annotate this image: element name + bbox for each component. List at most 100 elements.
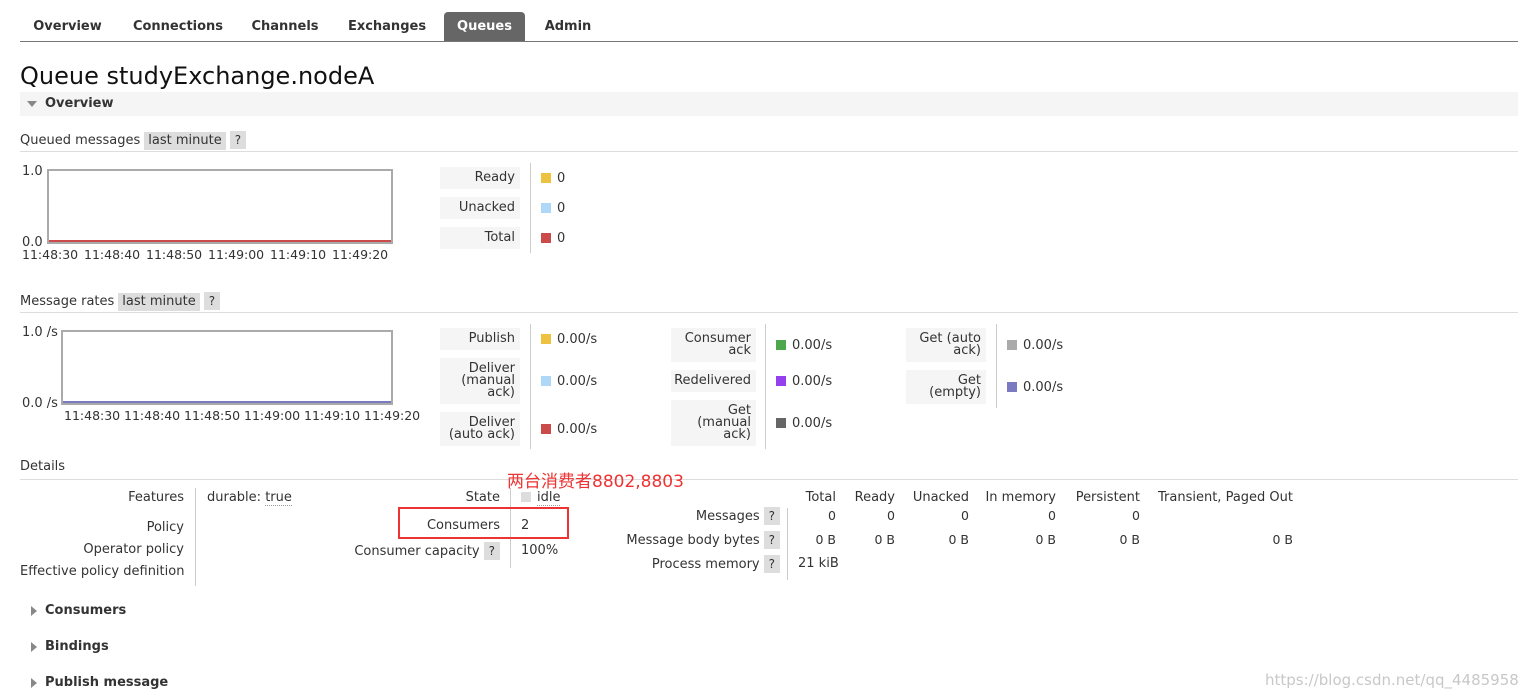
state-value: idle (521, 490, 561, 506)
legend-get-manual-value: 0.00/s (776, 416, 832, 431)
legend-publish-value: 0.00/s (541, 332, 597, 347)
divider (195, 488, 196, 586)
legend-deliver-manual-value: 0.00/s (541, 374, 597, 389)
details-label: Details (20, 459, 66, 474)
legend-redelivered-value: 0.00/s (776, 374, 832, 389)
bindings-section-toggle[interactable]: Bindings (45, 639, 109, 654)
legend-get-manual-ack[interactable]: Get (manual ack) (671, 400, 756, 446)
legend-unacked-value: 0 (541, 201, 565, 216)
col-header-transient: Transient, Paged Out (1158, 490, 1293, 505)
table-cell: 0 (1132, 508, 1140, 523)
consumer-capacity-value: 100% (521, 543, 559, 558)
rates-chart-y-bottom: 0.0 /s (22, 396, 58, 411)
queue-name: studyExchange.nodeA (106, 62, 375, 90)
table-cell: 0 B (874, 532, 895, 547)
legend-get-auto-value: 0.00/s (1007, 338, 1063, 353)
queued-messages-range[interactable]: last minute (144, 132, 226, 150)
consumers-section-toggle[interactable]: Consumers (45, 603, 126, 618)
legend-publish[interactable]: Publish (440, 328, 520, 350)
queued-messages-help[interactable]: ? (229, 131, 247, 149)
ready-swatch-icon (541, 173, 551, 183)
overview-section-toggle[interactable]: Overview (20, 92, 1518, 116)
row-label-messages: Messages? (560, 507, 780, 525)
publish-swatch-icon (541, 334, 551, 344)
consumer-capacity-help[interactable]: ? (483, 542, 500, 560)
rates-chart-x-tick: 11:49:00 (244, 408, 301, 423)
message-rates-help[interactable]: ? (203, 292, 221, 310)
message-rates-range[interactable]: last minute (118, 293, 200, 311)
page-title: Queue studyExchange.nodeA (20, 62, 374, 90)
message-rates-header: Message rates last minute? (20, 292, 1518, 313)
expand-arrow-icon[interactable] (31, 678, 37, 688)
queued-chart-x-tick: 11:48:40 (84, 247, 141, 262)
queued-chart-x-tick: 11:48:30 (22, 247, 79, 262)
legend-ready[interactable]: Ready (440, 167, 520, 189)
queued-chart-x-tick: 11:48:50 (146, 247, 203, 262)
legend-get-empty[interactable]: Get (empty) (906, 370, 986, 404)
details-header: Details (20, 459, 1518, 480)
consumer-ack-swatch-icon (776, 340, 786, 350)
col-header-persistent: Persistent (1075, 490, 1140, 505)
row-label-process-memory: Process memory? (560, 555, 780, 573)
table-cell: 0 (887, 508, 895, 523)
tab-exchanges[interactable]: Exchanges (342, 12, 432, 41)
queued-series-line (49, 240, 391, 242)
tab-channels[interactable]: Channels (242, 12, 328, 41)
table-cell: 0 (961, 508, 969, 523)
legend-deliver-manual-ack[interactable]: Deliver (manual ack) (440, 358, 520, 404)
message-rates-chart (61, 330, 393, 405)
legend-unacked[interactable]: Unacked (440, 197, 520, 219)
collapse-arrow-icon (27, 101, 37, 107)
legend-ready-value: 0 (541, 171, 565, 186)
queued-messages-label: Queued messages (20, 133, 141, 148)
legend-total-value: 0 (541, 231, 565, 246)
operator-policy-label: Operator policy (83, 542, 184, 557)
queued-chart-y-top: 1.0 (22, 164, 43, 179)
legend-consumer-ack[interactable]: Consumer ack (671, 328, 756, 362)
process-memory-help[interactable]: ? (763, 555, 780, 573)
divider (530, 163, 531, 253)
redelivered-swatch-icon (776, 376, 786, 386)
tab-admin[interactable]: Admin (534, 12, 602, 41)
overview-section-label: Overview (45, 96, 114, 111)
col-header-ready: Ready (854, 490, 895, 505)
legend-get-empty-value: 0.00/s (1007, 380, 1063, 395)
rates-chart-x-tick: 11:48:50 (184, 408, 241, 423)
consumer-annotation-box (398, 507, 569, 539)
state-idle-icon (521, 492, 531, 502)
tab-connections[interactable]: Connections (128, 12, 228, 41)
rates-chart-x-tick: 11:49:10 (304, 408, 361, 423)
queued-chart-x-tick: 11:49:10 (270, 247, 327, 262)
col-header-total: Total (805, 490, 836, 505)
tab-queues[interactable]: Queues (444, 12, 525, 41)
queued-messages-chart (47, 169, 393, 244)
divider (530, 324, 531, 449)
legend-consumer-ack-value: 0.00/s (776, 338, 832, 353)
publish-message-section-toggle[interactable]: Publish message (45, 675, 168, 690)
rates-chart-x-tick: 11:49:20 (364, 408, 421, 423)
table-cell: 0 B (1119, 532, 1140, 547)
expand-arrow-icon[interactable] (31, 606, 37, 616)
get-manual-swatch-icon (776, 418, 786, 428)
rates-chart-y-top: 1.0 /s (22, 325, 58, 340)
message-rates-label: Message rates (20, 294, 115, 309)
deliver-auto-swatch-icon (541, 424, 551, 434)
expand-arrow-icon[interactable] (31, 642, 37, 652)
total-swatch-icon (541, 233, 551, 243)
page-title-prefix: Queue (20, 62, 99, 90)
queued-messages-header: Queued messages last minute? (20, 131, 1518, 152)
queued-chart-x-tick: 11:49:00 (208, 247, 265, 262)
legend-total[interactable]: Total (440, 227, 520, 249)
legend-get-auto-ack[interactable]: Get (auto ack) (906, 328, 986, 362)
row-label-body-bytes: Message body bytes? (560, 531, 780, 549)
rates-chart-x-tick: 11:48:30 (64, 408, 121, 423)
features-label: Features (128, 490, 184, 505)
col-header-in-memory: In memory (985, 490, 1056, 505)
deliver-manual-swatch-icon (541, 376, 551, 386)
legend-redelivered[interactable]: Redelivered (671, 370, 756, 392)
legend-deliver-auto-ack[interactable]: Deliver (auto ack) (440, 412, 520, 446)
tab-overview[interactable]: Overview (20, 12, 115, 41)
queued-chart-x-tick: 11:49:20 (332, 247, 389, 262)
watermark: https://blog.csdn.net/qq_44859586 (1265, 671, 1518, 689)
table-cell: 0 B (815, 532, 836, 547)
